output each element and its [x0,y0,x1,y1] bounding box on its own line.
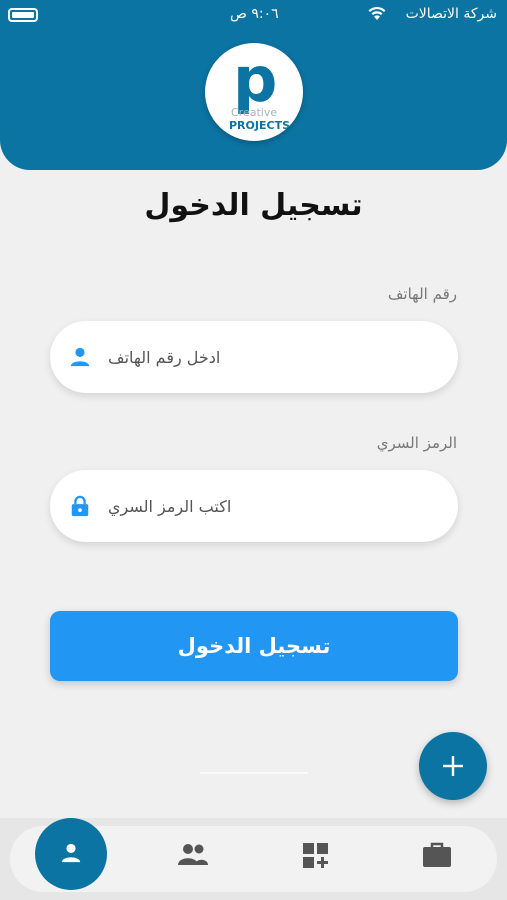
logo-mark: p [233,43,278,116]
nav-item-profile[interactable] [35,818,107,890]
page-title: تسجيل الدخول [144,188,363,223]
wifi-icon [368,6,386,20]
nav-item-groups[interactable] [173,836,213,876]
add-fab-button[interactable] [419,732,487,800]
phone-input[interactable] [108,343,438,371]
password-input[interactable] [108,492,438,520]
briefcase-icon [423,842,451,867]
plus-icon [443,756,463,776]
divider [200,772,308,774]
logo-text-creative: Creative [231,106,278,119]
dashboard-add-icon [303,843,328,868]
status-carrier: شركة الاتصالات [405,6,497,22]
password-field[interactable] [50,470,458,542]
group-icon [178,844,208,865]
logo-text-projects: PROJECTS [229,119,290,132]
password-label: الرمز السري [376,434,457,452]
phone-field[interactable] [50,321,458,393]
nav-item-work[interactable] [417,836,457,876]
bottom-nav [0,818,507,900]
status-time: ٩:٠٦ ص [230,6,279,22]
lock-icon [71,495,89,517]
status-bar: ٩:٠٦ ص شركة الاتصالات [0,0,507,30]
login-button[interactable]: تسجيل الدخول [50,611,458,681]
person-icon [61,843,81,863]
phone-label: رقم الهاتف [387,285,457,303]
battery-icon [8,8,38,22]
app-logo: p Creative PROJECTS [205,43,303,141]
nav-item-dashboard[interactable] [296,836,336,876]
person-icon [70,347,90,367]
